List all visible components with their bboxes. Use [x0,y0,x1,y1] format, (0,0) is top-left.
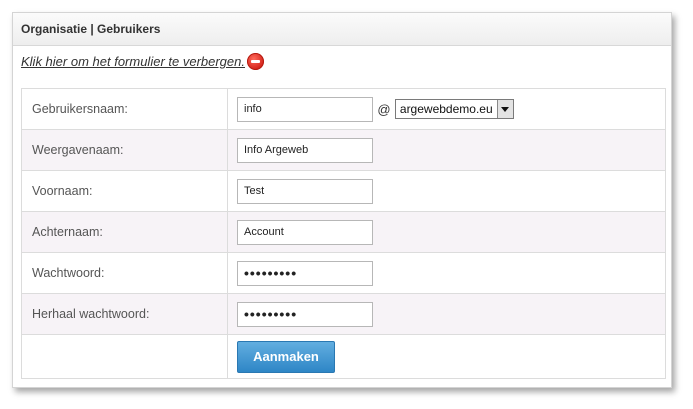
toggle-form-row: Klik hier om het formulier te verbergen. [21,53,264,70]
form-row-password-repeat: Herhaal wachtwoord: [21,293,666,335]
password-cell [227,252,666,294]
create-button[interactable]: Aanmaken [237,340,335,373]
form-row-first-name: Voornaam: [21,170,666,212]
user-form-table: Gebruikersnaam: @ argewebdemo.eu Weergav… [21,88,666,379]
password-label: Wachtwoord: [21,252,228,294]
form-row-actions: Aanmaken [21,334,666,379]
password-input[interactable] [237,260,373,286]
actions-spacer [21,334,228,379]
username-cell: @ argewebdemo.eu [227,88,666,130]
domain-select[interactable]: argewebdemo.eu [394,99,514,119]
panel-header: Organisatie | Gebruikers [13,13,671,46]
last-name-label: Achternaam: [21,211,228,253]
user-form-panel: Organisatie | Gebruikers Klik hier om he… [12,12,672,388]
display-name-cell [227,129,666,171]
remove-circle-icon[interactable] [246,53,264,70]
form-row-display-name: Weergavenaam: [21,129,666,171]
form-row-username: Gebruikersnaam: @ argewebdemo.eu [21,88,666,130]
first-name-label: Voornaam: [21,170,228,212]
display-name-input[interactable] [237,137,373,163]
display-name-label: Weergavenaam: [21,129,228,171]
form-row-last-name: Achternaam: [21,211,666,253]
last-name-input[interactable] [237,219,373,245]
username-input[interactable] [237,96,373,122]
last-name-cell [227,211,666,253]
form-row-password: Wachtwoord: [21,252,666,294]
page-title: Organisatie | Gebruikers [21,22,161,36]
username-label: Gebruikersnaam: [21,88,228,130]
chevron-down-icon[interactable] [496,100,513,118]
first-name-cell [227,170,666,212]
actions-cell: Aanmaken [227,334,666,379]
password-repeat-label: Herhaal wachtwoord: [21,293,228,335]
at-sign: @ [377,101,391,117]
password-repeat-cell [227,293,666,335]
password-repeat-input[interactable] [237,301,373,327]
hide-form-link[interactable]: Klik hier om het formulier te verbergen. [21,54,245,69]
domain-select-value: argewebdemo.eu [399,102,493,116]
first-name-input[interactable] [237,178,373,204]
